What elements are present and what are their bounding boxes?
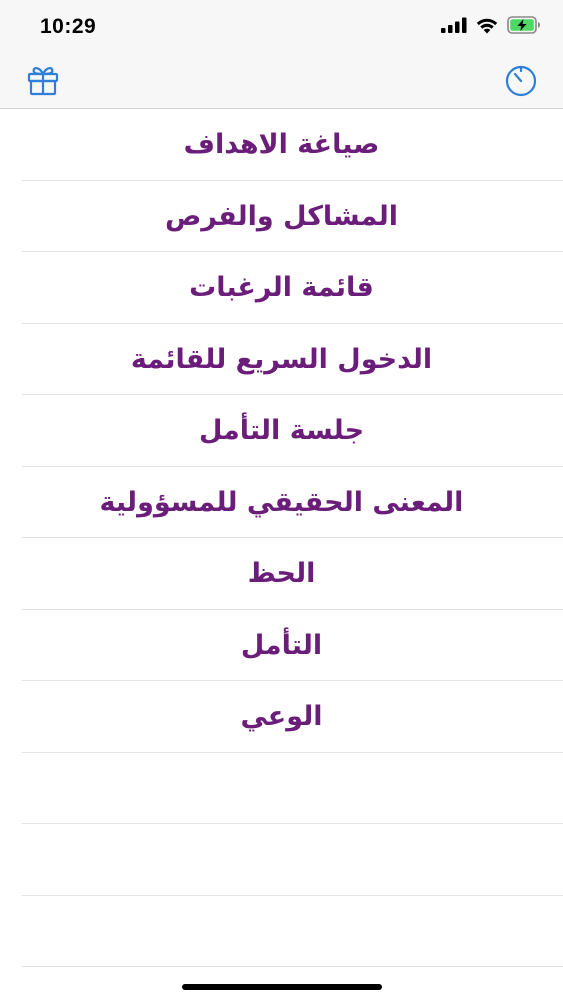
list-item-responsibility-meaning[interactable]: المعنى الحقيقي للمسؤولية xyxy=(0,467,563,539)
wifi-icon xyxy=(475,17,499,38)
list-item-label: المعنى الحقيقي للمسؤولية xyxy=(99,486,464,518)
list-item-empty xyxy=(0,753,563,825)
gift-button[interactable] xyxy=(23,64,63,100)
status-bar: 10:29 xyxy=(0,0,563,56)
list-item-quick-access[interactable]: الدخول السريع للقائمة xyxy=(0,324,563,396)
list-item-label: الوعي xyxy=(240,701,323,733)
gift-icon xyxy=(26,64,60,100)
signal-icon xyxy=(441,17,467,37)
list-item-label: التأمل xyxy=(240,629,323,661)
list-item-empty xyxy=(0,824,563,896)
list-item-empty xyxy=(0,896,563,968)
list-item-meditation-session[interactable]: جلسة التأمل xyxy=(0,395,563,467)
list-item-label: جلسة التأمل xyxy=(198,415,365,447)
list-item-label: المشاكل والفرص xyxy=(164,200,399,232)
status-icons xyxy=(441,16,541,38)
navigation-bar xyxy=(0,56,563,109)
list-item-label: الحظ xyxy=(247,558,316,590)
list-item-wish-list[interactable]: قائمة الرغبات xyxy=(0,252,563,324)
battery-charging-icon xyxy=(507,16,541,38)
timer-icon xyxy=(503,63,539,101)
topics-list: صياغة الاهداف المشاكل والفرص قائمة الرغب… xyxy=(0,109,563,967)
list-item-luck[interactable]: الحظ xyxy=(0,538,563,610)
list-item-label: الدخول السريع للقائمة xyxy=(130,343,433,375)
list-item-goal-setting[interactable]: صياغة الاهداف xyxy=(0,109,563,181)
timer-button[interactable] xyxy=(501,64,541,100)
list-item-meditation[interactable]: التأمل xyxy=(0,610,563,682)
list-item-label: صياغة الاهداف xyxy=(183,129,380,161)
list-item-awareness[interactable]: الوعي xyxy=(0,681,563,753)
home-indicator xyxy=(182,984,382,990)
list-item-problems-opportunities[interactable]: المشاكل والفرص xyxy=(0,181,563,253)
list-item-label: قائمة الرغبات xyxy=(189,272,374,304)
status-time: 10:29 xyxy=(40,15,97,38)
